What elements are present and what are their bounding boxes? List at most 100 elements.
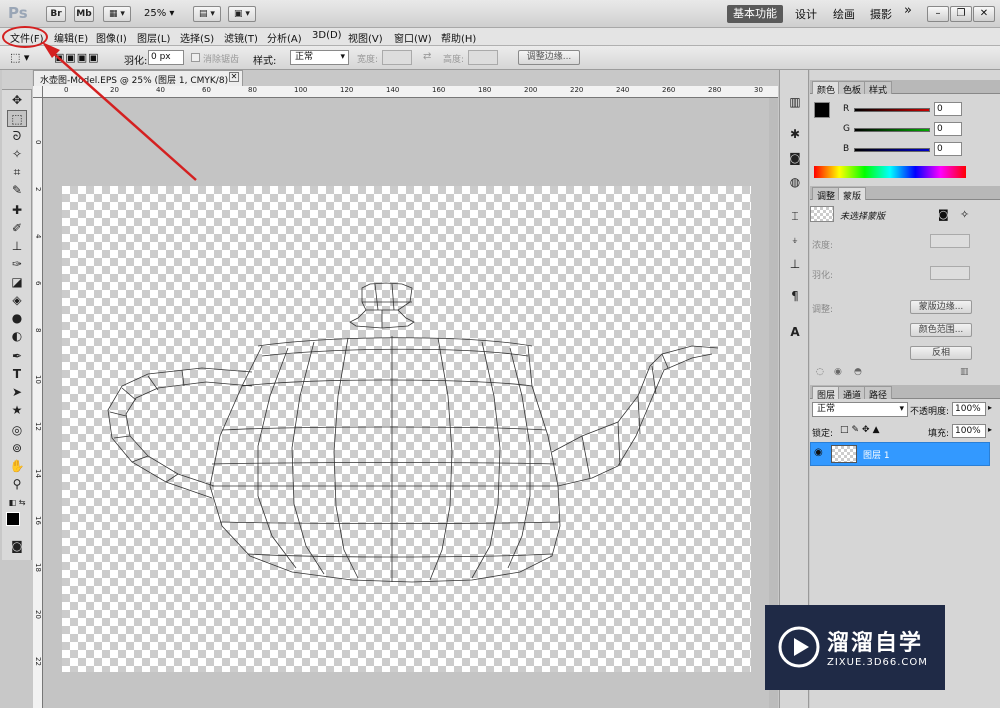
tab-color[interactable]: 颜色 (812, 81, 841, 96)
clone-stamp-icon[interactable]: ⊥ (7, 238, 27, 255)
quick-mask-icon[interactable]: ◙ (7, 538, 27, 555)
default-colors-icon[interactable]: ◧ ⇆ (7, 494, 27, 511)
restore-button[interactable]: ❐ (950, 6, 972, 22)
teapot-wireframe (107, 282, 719, 583)
tab-masks[interactable]: 蒙版 (838, 187, 867, 202)
tab-adjustments[interactable]: 调整 (812, 187, 841, 202)
more-workspaces-button[interactable]: » (904, 3, 912, 18)
ruler-tick-label: 20 (34, 610, 42, 619)
dodge-tool-icon[interactable]: ◐ (7, 328, 27, 345)
foreground-color-swatch[interactable] (6, 512, 20, 526)
close-document-icon[interactable]: ✕ (229, 72, 239, 82)
menu-window[interactable]: 窗口(W) (394, 30, 432, 45)
type-tool-icon[interactable]: T (7, 366, 27, 383)
mask-edge-button[interactable]: 蒙版边缘... (910, 300, 972, 314)
history-panel-icon[interactable]: ▥ (786, 94, 804, 110)
height-input[interactable] (468, 50, 498, 65)
channel-b-slider[interactable] (854, 148, 930, 152)
refine-edge-button[interactable]: 调整边缘... (518, 50, 580, 65)
tab-styles[interactable]: 样式 (864, 81, 893, 96)
channel-g-value[interactable]: 0 (934, 122, 962, 136)
eraser-icon[interactable]: ◪ (7, 274, 27, 291)
actions-panel-icon[interactable]: ✱ (786, 126, 804, 142)
blur-tool-icon[interactable]: ● (7, 310, 27, 327)
brush-panel-icon[interactable]: ⌶ (786, 208, 804, 224)
vector-mask-icon[interactable]: ✧ (960, 208, 969, 221)
navigator-panel-icon[interactable]: ◙ (786, 150, 804, 166)
path-selection-icon[interactable]: ➤ (7, 384, 27, 401)
density-input[interactable] (930, 234, 970, 248)
shape-tool-icon[interactable]: ★ (7, 402, 27, 419)
menu-help[interactable]: 帮助(H) (441, 30, 476, 45)
style-label: 样式: (253, 56, 277, 67)
mask-feather-label: 羽化: (812, 271, 834, 281)
selection-icon[interactable]: ◌ (816, 367, 824, 377)
pixel-mask-icon[interactable]: ◙ (938, 208, 949, 221)
paragraph-panel-icon[interactable]: ¶ (786, 288, 804, 304)
tool-presets-icon[interactable]: ⊥ (786, 256, 804, 272)
delete-mask-icon[interactable]: ▥ (960, 367, 969, 377)
screen-mode-button[interactable]: ▣ ▾ (228, 6, 256, 22)
close-button[interactable]: ✕ (973, 6, 995, 22)
brush-tool-icon[interactable]: ✐ (7, 220, 27, 237)
workspace-essentials[interactable]: 基本功能 (727, 5, 783, 23)
fill-input[interactable]: 100% (952, 424, 986, 438)
character-panel-icon[interactable]: A (786, 324, 804, 340)
menu-3d[interactable]: 3D(D) (312, 30, 342, 41)
channel-r-value[interactable]: 0 (934, 102, 962, 116)
minimize-icon: – (935, 8, 941, 19)
tab-layers[interactable]: 图层 (812, 386, 841, 401)
channel-g-slider[interactable] (854, 128, 930, 132)
eye-icon[interactable]: ◓ (854, 367, 862, 377)
invert-button[interactable]: 反相 (910, 346, 972, 360)
height-label: 高度: (443, 55, 465, 65)
apply-mask-icon[interactable]: ◉ (834, 367, 842, 377)
hand-tool-icon[interactable]: ✋ (7, 458, 27, 475)
3d-orbit-icon[interactable]: ⊚ (7, 440, 27, 457)
layer-name: 图层 1 (863, 451, 890, 461)
layer-thumbnail (831, 445, 857, 463)
opacity-arrow-icon[interactable]: ▸ (988, 403, 992, 412)
color-range-button[interactable]: 颜色范围... (910, 323, 972, 337)
tab-swatches[interactable]: 色板 (838, 81, 867, 96)
ruler-tick-label: 30 (754, 86, 763, 94)
info-panel-icon[interactable]: ◍ (786, 174, 804, 190)
mask-thumbnail (810, 206, 834, 222)
mask-feather-input[interactable] (930, 266, 970, 280)
lock-icons[interactable]: □✎✥▲ (840, 425, 883, 435)
watermark: 溜溜自学 ZIXUE.3D66.COM (765, 605, 945, 690)
mask-title: 未选择蒙版 (840, 212, 886, 222)
minimize-button[interactable]: – (927, 6, 949, 22)
eye-icon[interactable]: ◉ (814, 447, 823, 458)
healing-brush-icon[interactable]: ✚ (7, 202, 27, 219)
clone-source-icon[interactable]: ⍖ (786, 232, 804, 248)
workspace-photography[interactable]: 摄影 (870, 6, 892, 22)
ruler-tick-label: 14 (34, 469, 42, 478)
channel-b-value[interactable]: 0 (934, 142, 962, 156)
color-spectrum-bar[interactable] (814, 166, 966, 178)
blend-mode-select[interactable]: 正常 ▾ (812, 402, 908, 417)
channel-r-slider[interactable] (854, 108, 930, 112)
workspace-painting[interactable]: 绘画 (833, 6, 855, 22)
ruler-tick-label: 4 (34, 234, 42, 239)
paint-bucket-icon[interactable]: ◈ (7, 292, 27, 309)
3d-rotate-icon[interactable]: ◎ (7, 422, 27, 439)
opacity-input[interactable]: 100% (952, 402, 986, 416)
menu-view[interactable]: 视图(V) (348, 30, 383, 45)
workspace-design[interactable]: 设计 (795, 6, 817, 22)
history-brush-icon[interactable]: ✑ (7, 256, 27, 273)
color-foreground-swatch[interactable] (814, 102, 830, 118)
canvas[interactable] (62, 186, 751, 672)
style-select[interactable]: 正常 ▾ (290, 50, 349, 65)
ruler-tick-label: 220 (570, 86, 584, 94)
width-input[interactable] (382, 50, 412, 65)
pen-tool-icon[interactable]: ✒ (7, 348, 27, 365)
fill-arrow-icon[interactable]: ▸ (988, 425, 992, 434)
zoom-tool-icon[interactable]: ⚲ (7, 476, 27, 493)
ruler-tick-label: 140 (386, 86, 400, 94)
layer-row[interactable]: ◉ 图层 1 (810, 442, 990, 466)
menu-analysis[interactable]: 分析(A) (267, 30, 302, 45)
tab-paths[interactable]: 路径 (864, 386, 893, 401)
menu-filter[interactable]: 滤镜(T) (224, 30, 258, 45)
tab-channels[interactable]: 通道 (838, 386, 867, 401)
